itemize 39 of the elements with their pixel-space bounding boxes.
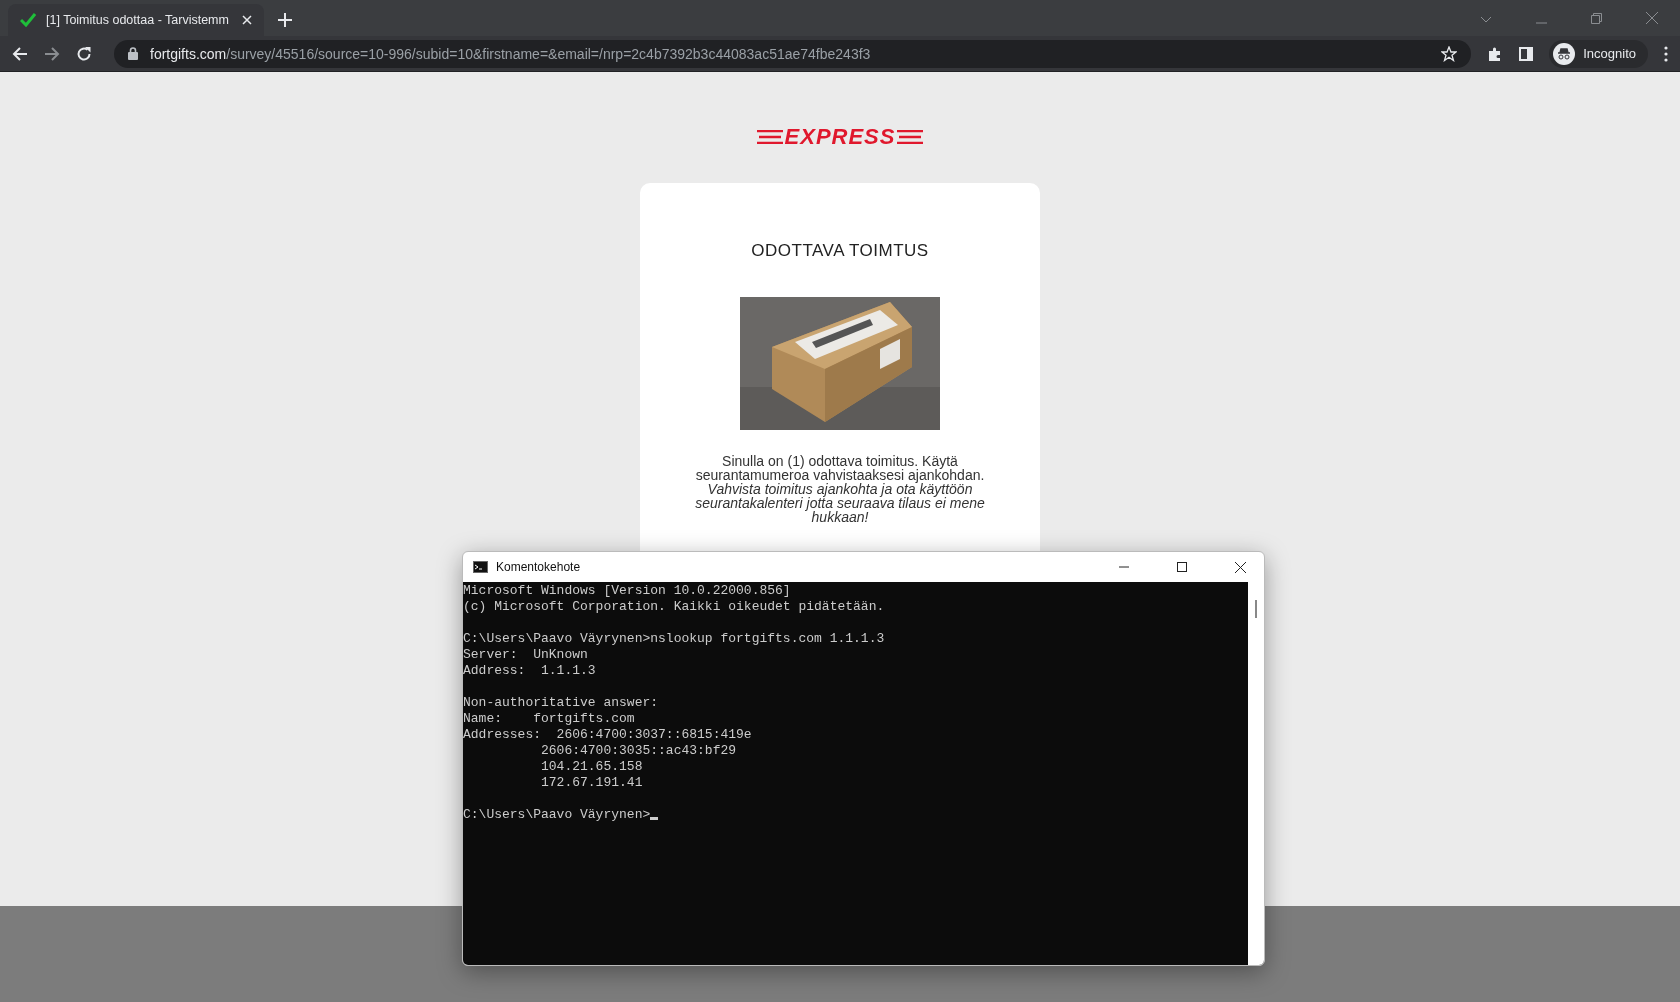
card-heading: ODOTTAVA TOIMTUS [751,241,929,261]
tab-title: [1] Toimitus odottaa - Tarvistemm [46,13,230,27]
console-line: Name: fortgifts.com [463,711,635,726]
express-logo: EXPRESS [756,124,924,150]
chevron-down-icon[interactable] [1480,16,1492,24]
reload-icon[interactable] [76,45,92,62]
text-cursor [650,817,659,820]
scrollbar-thumb[interactable] [1255,600,1257,618]
restore-icon[interactable] [1591,13,1602,24]
console-icon [473,561,488,573]
back-icon[interactable] [12,45,28,62]
delivery-note: Vahvista toimitus ajankohta ja ota käyttöön seurantakalenteri jotta seuraava tilaus ei mene hukkaan! [694,482,986,524]
console-line: Microsoft Windows [Version 10.0.22000.856] [463,583,791,598]
console-line: 172.67.191.41 [540,775,643,790]
console-line: Non-authoritative answer: [463,695,659,710]
check-icon [20,13,36,27]
maximize-icon[interactable] [1177,562,1187,572]
console-line: 2606:4700:3035::ac43:bf29 [540,743,737,758]
delivery-message: Sinulla on (1) odottava toimitus. Käytä seurantamumeroa vahvistaaksesi ajankohdan. [694,454,986,482]
console-line: Addresses: 2606:4700:3037::6815:419e [463,727,752,742]
console-line: C:\Users\Paavo Väyrynen>nslookup fortgifts.com 1.1.1.3 [463,631,885,646]
forward-icon[interactable] [44,45,60,62]
menu-icon[interactable] [1664,45,1668,62]
console-prompt: C:\Users\Paavo Väyrynen> [463,807,651,822]
window-title: Komentokehote [496,560,581,574]
console-line: Server: UnKnown [463,647,588,662]
url-text: fortgifts.com/survey/45516/source=10-996/subid=10&firstname=&email=/nrp=2c4b7392b3c44083ac51ae74fbe243f3 [150,45,871,62]
console-line: (c) Microsoft Corporation. Kaikki oikeudet pidätetään. [463,599,885,614]
side-panel-icon[interactable] [1519,46,1534,61]
profile-button[interactable]: Incognito [1549,39,1648,68]
incognito-icon [1553,42,1576,65]
console-line: Address: 1.1.1.3 [463,663,596,678]
new-tab-icon[interactable] [278,13,292,27]
browser-tab[interactable]: [1] Toimitus odottaa - Tarvistemm [8,4,264,36]
address-bar[interactable]: fortgifts.com/survey/45516/source=10-996/subid=10&firstname=&email=/nrp=2c4b7392b3c44083ac51ae74fbe243f3 [114,39,1472,68]
star-icon[interactable] [1441,45,1458,62]
console-line: 104.21.65.158 [540,759,643,774]
close-icon[interactable] [1235,561,1246,573]
lock-icon [128,47,138,60]
